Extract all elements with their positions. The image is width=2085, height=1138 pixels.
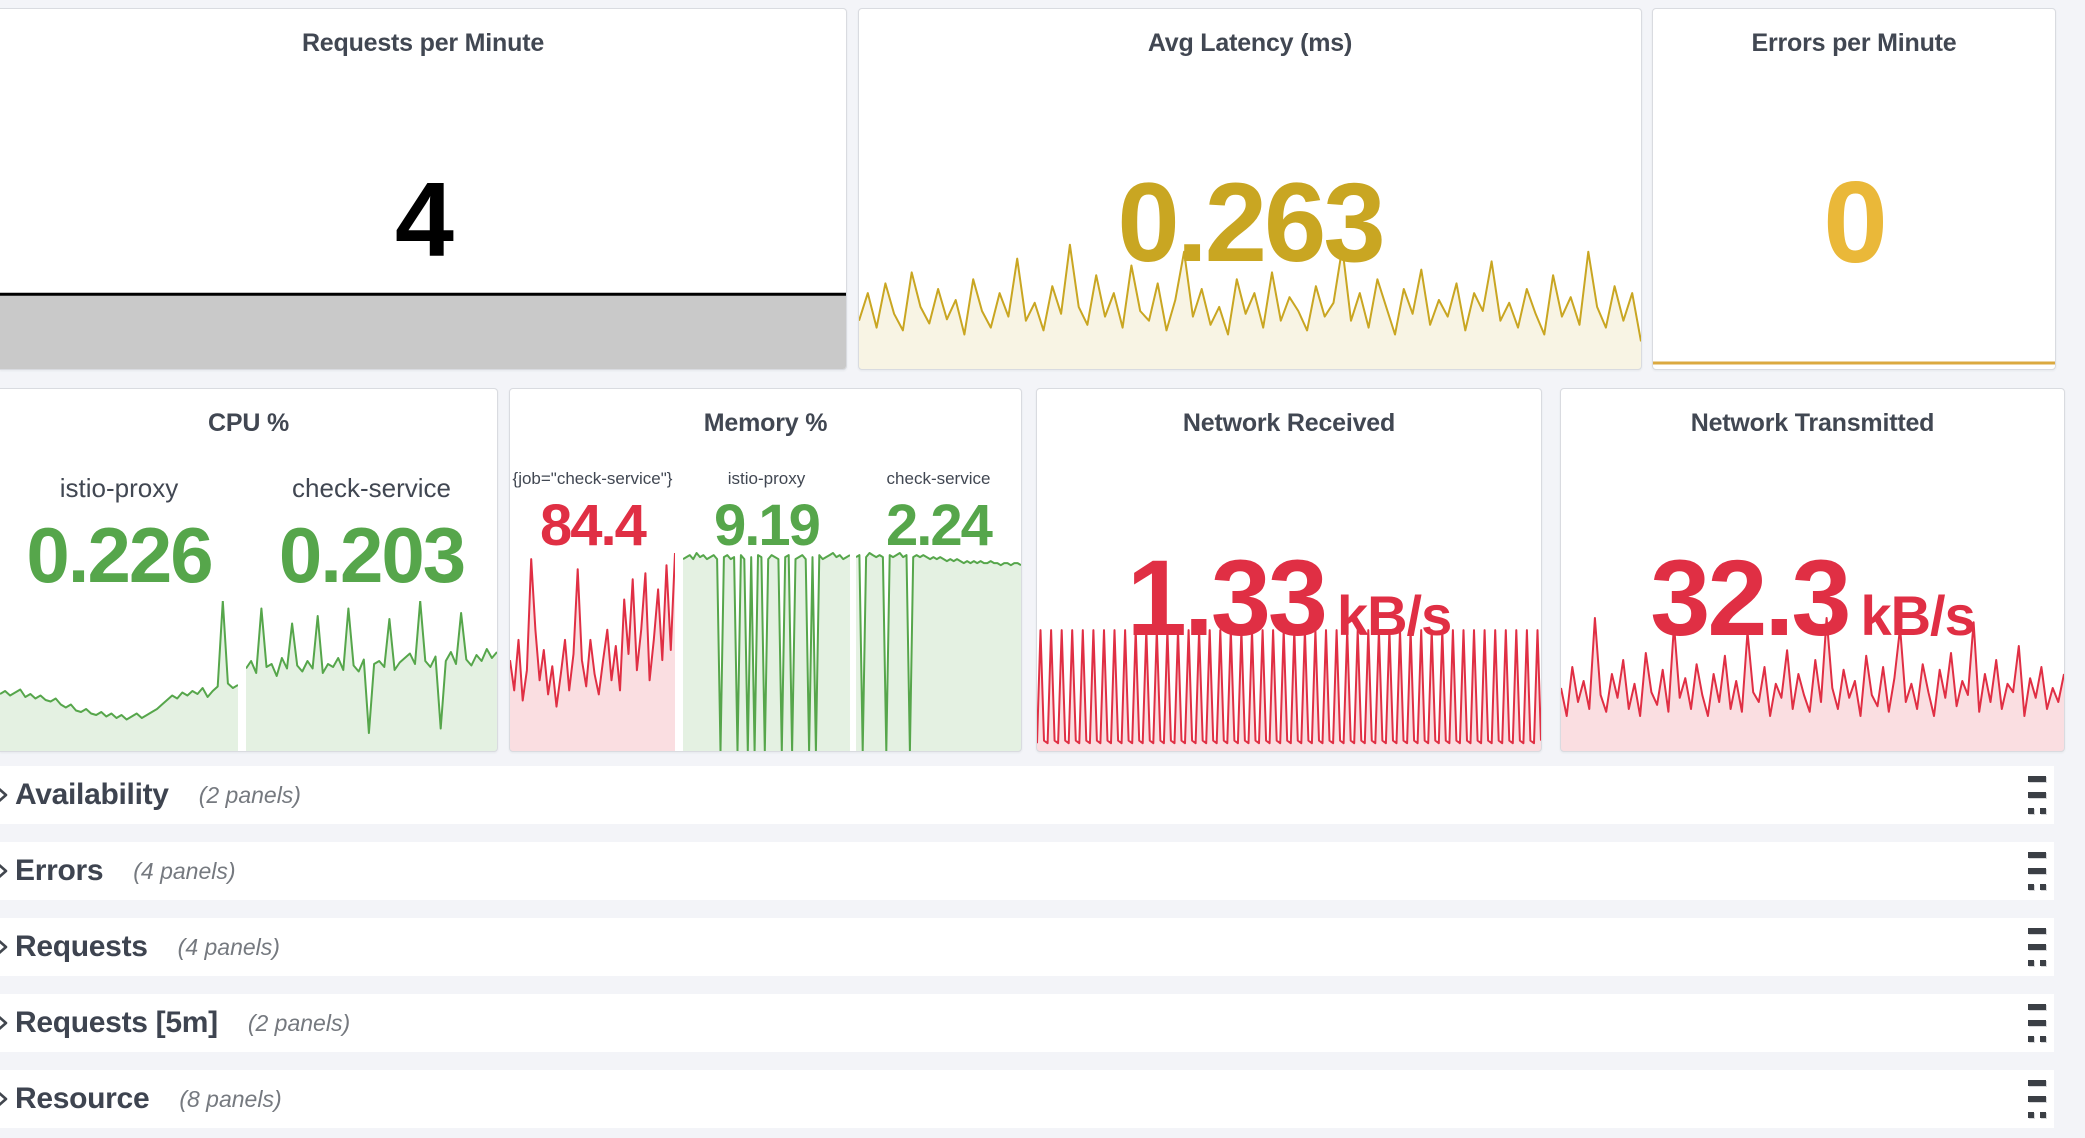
stat-label: check-service [246,473,497,504]
stat-value: 4 [0,167,846,273]
panel-title[interactable]: Requests per Minute [0,29,846,58]
panel-title[interactable]: Avg Latency (ms) [859,29,1641,58]
memory-check-service-sparkline [856,549,1021,751]
panel-errors-per-minute: Errors per Minute 0 [1652,8,2056,370]
panel-avg-latency: Avg Latency (ms) 0.263 [858,8,1642,370]
panel-title[interactable]: Errors per Minute [1653,29,2055,58]
panel-title[interactable]: CPU % [0,409,497,438]
chevron-right-icon [0,1088,13,1110]
stat-label: istio-proxy [683,469,850,489]
chevron-right-icon [0,1012,13,1034]
dashboard: Requests per Minute 4 Avg Latency (ms) 0… [0,0,2085,1138]
row-title: Requests [5m] [15,1006,218,1040]
drag-handle-icon[interactable] [2028,1004,2046,1042]
memory-job-sparkline [510,549,675,751]
stat-label: {job="check-service"} [510,469,675,489]
stat-value: 84.4 [510,497,675,555]
drag-handle-icon[interactable] [2028,928,2046,966]
panel-title[interactable]: Network Transmitted [1561,409,2064,438]
stat-value: 0.203 [246,516,497,594]
panel-network-received: Network Received 1.33 kB/s [1036,388,1542,752]
stat-unit: kB/s [1860,588,1974,644]
stat-value: 0 [1653,164,2055,280]
memory-istio-proxy-sparkline [683,549,850,751]
row-panel-count: (2 panels) [248,1010,350,1037]
stat-value: 32.3 [1650,544,1848,652]
cpu-istio-proxy-sparkline [0,601,238,751]
drag-handle-icon[interactable] [2028,852,2046,890]
stat-value: 0.263 [859,167,1641,279]
row-panel-count: (2 panels) [199,782,301,809]
drag-handle-icon[interactable] [2028,1080,2046,1118]
stat-value: 2.24 [856,497,1021,555]
chevron-right-icon [0,860,13,882]
row-title: Requests [15,930,148,964]
row-title: Availability [15,778,169,812]
panel-cpu: CPU % istio-proxy check-service 0.226 0.… [0,388,498,752]
drag-handle-icon[interactable] [2028,776,2046,814]
row-requests[interactable]: Requests (4 panels) [0,918,2054,976]
row-resource[interactable]: Resource (8 panels) [0,1070,2054,1128]
panel-requests-per-minute: Requests per Minute 4 [0,8,847,370]
panel-memory: Memory % {job="check-service"} istio-pro… [509,388,1022,752]
row-panel-count: (4 panels) [133,858,235,885]
errors-sparkline [1653,359,2055,367]
chevron-right-icon [0,936,13,958]
row-requests-5m[interactable]: Requests [5m] (2 panels) [0,994,2054,1052]
row-panel-count: (8 panels) [179,1086,281,1113]
panel-title[interactable]: Memory % [510,409,1021,438]
row-title: Resource [15,1082,149,1116]
requests-sparkline [0,292,846,369]
stat-value: 1.33 [1127,544,1325,652]
stat-label: istio-proxy [0,473,238,504]
stat-unit: kB/s [1337,588,1451,644]
stat-label: check-service [856,469,1021,489]
row-panel-count: (4 panels) [178,934,280,961]
chevron-right-icon [0,784,13,806]
row-errors[interactable]: Errors (4 panels) [0,842,2054,900]
stat-value: 9.19 [683,497,850,555]
row-title: Errors [15,854,103,888]
panel-network-transmitted: Network Transmitted 32.3 kB/s [1560,388,2065,752]
cpu-check-service-sparkline [246,601,497,751]
panel-title[interactable]: Network Received [1037,409,1541,438]
row-availability[interactable]: Availability (2 panels) [0,766,2054,824]
stat-value: 0.226 [0,516,238,594]
